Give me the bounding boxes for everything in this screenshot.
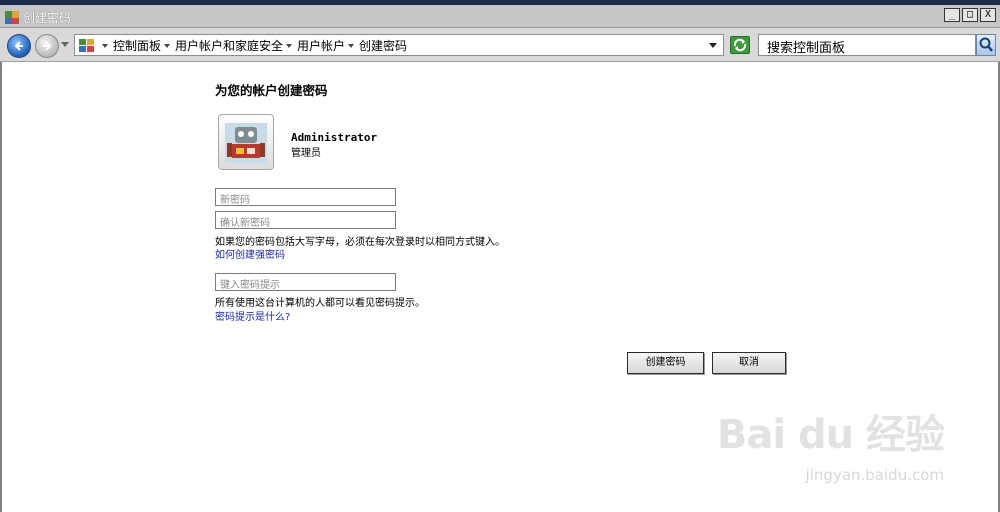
search-icon: [979, 37, 993, 52]
user-role: 管理员: [291, 148, 321, 159]
robot-avatar-icon: [225, 123, 267, 163]
hint-visibility-note: 所有使用这台计算机的人都可以看见密码提示。: [215, 298, 425, 309]
watermark-logo: Bai du 经验: [716, 412, 945, 458]
strong-password-link[interactable]: 如何创建强密码: [215, 246, 285, 261]
breadcrumb-separator-icon[interactable]: [164, 43, 171, 48]
breadcrumb-item[interactable]: 用户帐户和家庭安全: [175, 37, 283, 54]
watermark-url: jingyan.baidu.com: [805, 466, 944, 484]
address-dropdown-icon[interactable]: [709, 43, 717, 48]
search-input[interactable]: 搜索控制面板: [758, 34, 976, 56]
control-panel-icon: [5, 11, 19, 24]
navigation-bar: 控制面板 用户帐户和家庭安全 用户帐户 创建密码 搜索控制面板: [0, 28, 1000, 62]
breadcrumb-item[interactable]: 控制面板: [113, 37, 161, 54]
breadcrumb-separator-icon[interactable]: [348, 43, 355, 48]
forward-button[interactable]: [35, 34, 59, 58]
address-bar[interactable]: 控制面板 用户帐户和家庭安全 用户帐户 创建密码: [74, 34, 724, 56]
refresh-icon: [733, 38, 747, 52]
refresh-button[interactable]: [730, 36, 750, 54]
forward-arrow-icon: [43, 41, 52, 51]
page-title: 为您的帐户创建密码: [215, 83, 328, 98]
breadcrumb-item[interactable]: 创建密码: [359, 37, 407, 54]
window-title: 创建密码: [23, 11, 72, 25]
create-password-button[interactable]: 创建密码: [627, 352, 704, 374]
breadcrumb: 控制面板 用户帐户和家庭安全 用户帐户 创建密码: [99, 37, 407, 54]
password-hint-field[interactable]: 键入密码提示: [215, 273, 396, 291]
control-panel-icon: [79, 39, 94, 52]
recent-pages-dropdown-icon[interactable]: [61, 42, 69, 47]
new-password-field[interactable]: 新密码: [215, 188, 396, 206]
breadcrumb-item[interactable]: 用户帐户: [297, 37, 345, 54]
breadcrumb-separator-icon[interactable]: [286, 43, 293, 48]
password-hint-help-link[interactable]: 密码提示是什么?: [215, 308, 290, 323]
back-arrow-icon: [14, 41, 23, 51]
title-bar[interactable]: 创建密码 _ □ X: [0, 5, 1000, 28]
confirm-password-field[interactable]: 确认新密码: [215, 211, 396, 229]
avatar: [218, 114, 274, 170]
maximize-button[interactable]: □: [962, 8, 978, 22]
cancel-button[interactable]: 取消: [712, 352, 786, 374]
minimize-button[interactable]: _: [944, 8, 960, 22]
breadcrumb-separator-icon[interactable]: [102, 43, 108, 48]
search-button[interactable]: [976, 34, 996, 56]
user-name: Administrator: [291, 131, 378, 144]
back-button[interactable]: [7, 34, 31, 58]
close-button[interactable]: X: [980, 8, 996, 22]
